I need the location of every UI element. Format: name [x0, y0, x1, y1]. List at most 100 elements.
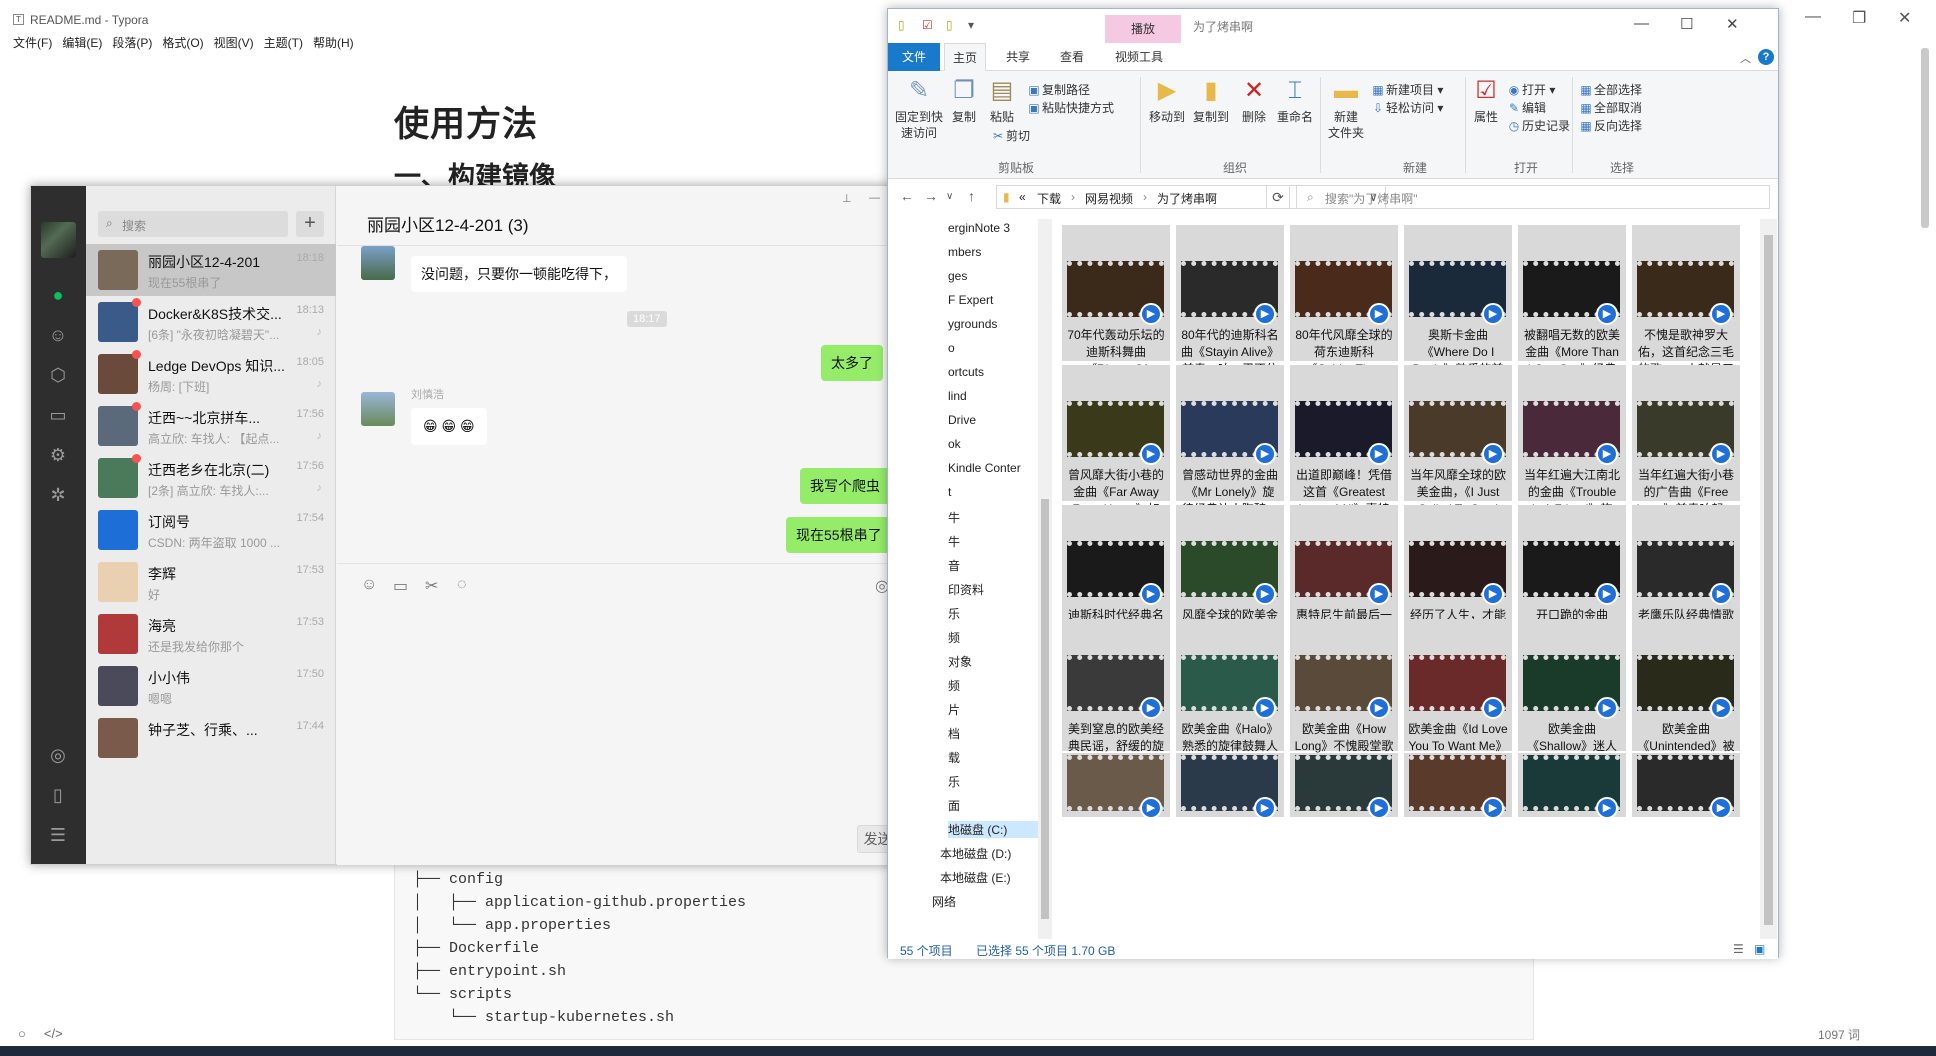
chat-icon[interactable]: ● [47, 284, 69, 306]
video-file-tile[interactable]: ▶ [1176, 753, 1284, 819]
pin-icon[interactable]: ⊥ [842, 192, 852, 205]
video-file-tile[interactable]: ▶欧美金曲《Halo》熟悉的旋律鼓舞人心，天后级别唱功太有感… [1176, 619, 1284, 787]
file-grid-scrollbar[interactable] [1760, 219, 1777, 943]
select-all-button[interactable]: ▦ 全部选择 [1578, 81, 1642, 98]
chat-list-item[interactable]: 迁西~~北京拼车... 17:56 高立欣: 车找人: 【起点... ♪ [86, 400, 336, 452]
collections-icon[interactable]: ⬡ [47, 364, 69, 386]
nav-item[interactable]: 面 [948, 797, 960, 814]
video-file-tile[interactable]: ▶当年红遍大江南北的金曲《Trouble Is A Friend》旋律… [1518, 365, 1626, 533]
nav-item[interactable]: 本地磁盘 (E:) [940, 869, 1011, 886]
chat-list-item[interactable]: 订阅号 17:54 CSDN: 两年盗取 1000 ... [86, 504, 336, 556]
nav-item[interactable]: 档 [948, 725, 960, 742]
video-file-tile[interactable]: ▶当年风靡全球的欧美金曲，《I Just Called To Say I Lov… [1404, 365, 1512, 533]
search-input[interactable]: ⌕ 搜索 [98, 211, 288, 237]
moments-icon[interactable]: ✲ [47, 484, 69, 506]
nav-item[interactable]: 载 [948, 749, 960, 766]
menu-paragraph[interactable]: 段落(P) [107, 34, 157, 52]
contact-avatar[interactable] [361, 392, 395, 426]
video-file-tile[interactable]: ▶ [1518, 753, 1626, 819]
refresh-button[interactable]: ⟳ [1266, 185, 1290, 209]
chat-list-item[interactable]: 迁西老乡在北京(二) 17:56 [2条] 高立欣: 车找人:... ♪ [86, 452, 336, 504]
history-button[interactable]: ◷ 历史记录 [1506, 117, 1570, 134]
nav-item[interactable]: ges [948, 269, 967, 283]
video-file-tile[interactable]: ▶欧美金曲《How Long》不愧殿堂歌手，Lionel Richie嗓音太… [1290, 619, 1398, 787]
chat-list-item[interactable]: 李辉 17:53 好 [86, 556, 336, 608]
my-avatar[interactable] [41, 222, 76, 258]
video-file-tile[interactable]: ▶ [1290, 753, 1398, 819]
back-arrow-icon[interactable]: ← [900, 188, 914, 204]
emoji-icon[interactable]: ☺ [361, 576, 377, 594]
nav-item[interactable]: 网络 [932, 893, 956, 910]
new-folder-icon[interactable]: ▯ [946, 18, 953, 32]
copy-button[interactable]: ❐ 复制 [946, 77, 982, 125]
word-count[interactable]: 1097 词 [1818, 1026, 1860, 1043]
add-chat-button[interactable]: + [296, 211, 324, 237]
video-file-tile[interactable]: ▶ [1632, 753, 1740, 819]
video-file-tile[interactable]: ▶当年红遍大街小巷的广告曲《Free Loop》前奏响起，勾起… [1632, 365, 1740, 533]
scroll-thumb[interactable] [1041, 499, 1049, 919]
video-file-tile[interactable]: ▶70年代轰动乐坛的迪斯科舞曲《Rivers Of Babylon》，… [1062, 225, 1170, 393]
menu-icon[interactable]: ☰ [47, 824, 69, 846]
minimize-icon[interactable]: — [869, 192, 880, 204]
maximize-icon[interactable]: ☐ [1680, 15, 1693, 33]
rename-button[interactable]: ⌶ 重命名 [1274, 77, 1316, 125]
video-file-tile[interactable]: ▶美到窒息的欧美经典民谣，舒缓的旋律太好听了，听了一遍… [1062, 619, 1170, 787]
menu-view[interactable]: 视图(V) [209, 34, 259, 52]
file-icon[interactable]: ▭ [393, 576, 408, 596]
tab-share[interactable]: 共享 [998, 43, 1038, 71]
details-view-icon[interactable]: ☰ [1733, 942, 1744, 956]
nav-item[interactable]: 频 [948, 677, 960, 694]
menu-format[interactable]: 格式(O) [157, 34, 208, 52]
folder-icon[interactable]: ▯ [898, 18, 905, 32]
video-file-tile[interactable]: ▶被翻唱无数的欧美金曲《More Than I Can Say》经典听一遍… [1518, 225, 1626, 393]
message-bubble[interactable]: 我写个爬虫 [800, 468, 890, 504]
video-file-tile[interactable]: ▶欧美金曲《Unintended》被誉为十大英伦伤感歌曲，让人… [1632, 619, 1740, 787]
chat-list-item[interactable]: 小小伟 17:50 嗯嗯 [86, 660, 336, 712]
minimize-icon[interactable]: — [1634, 15, 1649, 32]
paste-shortcut-button[interactable]: ▣ 粘贴快捷方式 [1026, 99, 1114, 116]
mini-program-icon[interactable]: ◎ [47, 744, 69, 766]
nav-item[interactable]: 音 [948, 557, 960, 574]
nav-item[interactable]: 本地磁盘 (D:) [940, 845, 1011, 862]
menu-file[interactable]: 文件(F) [8, 34, 57, 52]
select-none-button[interactable]: ▦ 全部取消 [1578, 99, 1642, 116]
cut-button[interactable]: ✂ 剪切 [990, 127, 1030, 144]
paste-button[interactable]: ▤ 粘贴 [984, 77, 1020, 125]
recent-dropdown-icon[interactable]: ∨ [946, 191, 953, 202]
nav-item[interactable]: 片 [948, 701, 960, 718]
up-arrow-icon[interactable]: ↑ [968, 188, 975, 204]
breadcrumb-item[interactable]: 为了烤串啊 [1157, 190, 1217, 207]
chat-list-item[interactable]: 钟子芝、行乘、... 17:44 [86, 712, 336, 764]
help-icon[interactable]: ? [1758, 49, 1774, 65]
open-button[interactable]: ◉ 打开 ▾ [1506, 81, 1556, 98]
video-file-tile[interactable]: ▶欧美金曲《Id Love You To Want Me》循环一遍又一遍，… [1404, 619, 1512, 787]
invert-selection-button[interactable]: ▦ 反向选择 [1578, 117, 1642, 134]
message-bubble[interactable]: 太多了 [821, 345, 883, 381]
easy-access-button[interactable]: ⇩ 轻松访问 ▾ [1370, 99, 1443, 116]
close-icon[interactable]: ✕ [1898, 8, 1911, 28]
scroll-thumb[interactable] [1764, 235, 1773, 925]
quick-access-dropdown-icon[interactable]: ▾ [968, 18, 974, 32]
nav-item[interactable]: 乐 [948, 773, 960, 790]
collapse-ribbon-icon[interactable]: ︿ [1740, 50, 1751, 66]
nav-item[interactable]: ygrounds [948, 317, 997, 331]
screenshot-scissors-icon[interactable]: ✂ [425, 576, 438, 596]
context-tab-play[interactable]: 播放 [1105, 15, 1181, 43]
tiles-view-icon[interactable]: ▣ [1754, 942, 1765, 956]
nav-item[interactable]: 牛 [948, 533, 960, 550]
video-file-tile[interactable]: ▶曾感动世界的金曲《Mr Lonely》旋律经典让人陶醉，越听越… [1176, 365, 1284, 533]
tab-video-tools[interactable]: 视频工具 [1107, 43, 1171, 71]
contacts-icon[interactable]: ☺ [47, 324, 69, 346]
nav-item[interactable]: o [948, 341, 955, 355]
nav-item[interactable]: 对象 [948, 653, 972, 670]
new-folder-button[interactable]: ▬ 新建 文件夹 [1326, 77, 1366, 141]
chat-history-icon[interactable]: ◌ [457, 576, 467, 594]
message-bubble[interactable]: 没问题，只要你一顿能吃得下， [411, 256, 627, 292]
message-bubble[interactable]: 现在55根串了 [786, 517, 892, 553]
nav-item[interactable]: t [948, 485, 951, 499]
video-file-tile[interactable]: ▶出道即巅峰！凭借这首《Greatest Love of All》惠特尼… [1290, 365, 1398, 533]
copy-path-button[interactable]: ▣ 复制路径 [1026, 81, 1090, 98]
navigation-scrollbar[interactable] [1038, 219, 1052, 939]
video-file-tile[interactable]: ▶ [1404, 753, 1512, 819]
doc-heading-1[interactable]: 使用方法 [394, 96, 538, 147]
